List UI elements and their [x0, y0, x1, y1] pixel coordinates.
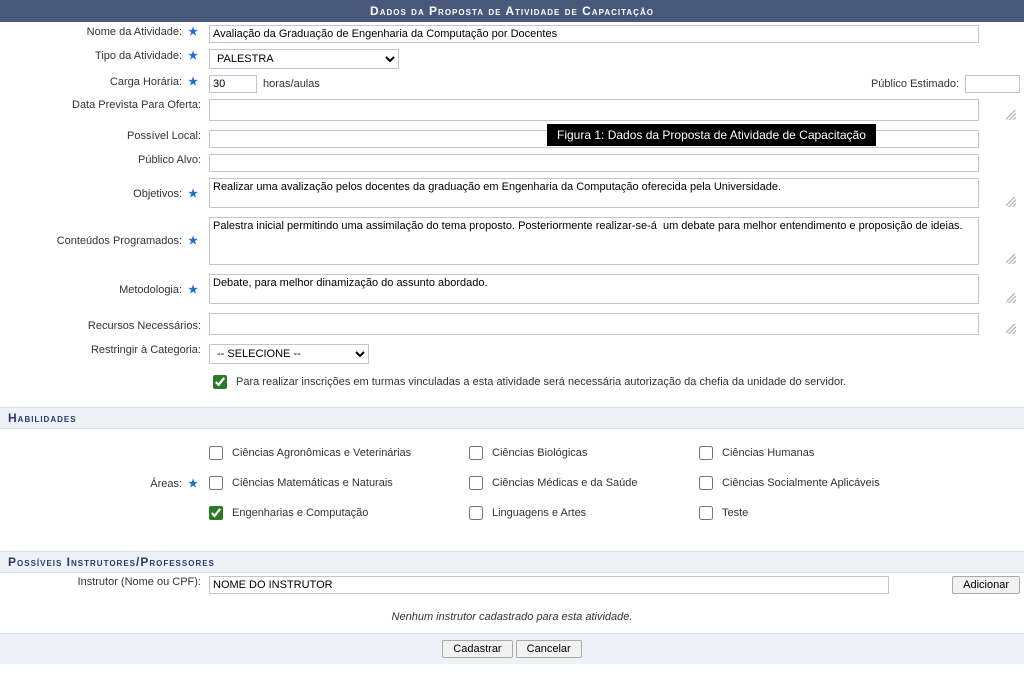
- autorizacao-checkbox[interactable]: [213, 375, 227, 389]
- area-checkbox[interactable]: [469, 476, 483, 490]
- area-label: Ciências Socialmente Aplicáveis: [722, 477, 880, 489]
- area-checkbox[interactable]: [699, 476, 713, 490]
- objetivos-input[interactable]: [209, 178, 979, 208]
- carga-horaria-input[interactable]: [209, 75, 257, 93]
- metodologia-input[interactable]: [209, 274, 979, 304]
- label-possivel-local: Possível Local:: [127, 130, 201, 142]
- figure-caption-tooltip: Figura 1: Dados da Proposta de Atividade…: [547, 124, 876, 146]
- required-star: ★: [185, 188, 201, 200]
- required-star: ★: [185, 284, 201, 296]
- nome-atividade-input[interactable]: [209, 25, 979, 43]
- conteudos-input[interactable]: [209, 217, 979, 265]
- label-carga-horaria: Carga Horária:: [110, 76, 182, 88]
- tipo-atividade-select[interactable]: PALESTRA: [209, 49, 399, 69]
- area-checkbox[interactable]: [209, 446, 223, 460]
- area-item: Ciências Agronômicas e Veterinárias: [205, 443, 465, 463]
- label-autorizacao: Para realizar inscrições em turmas vincu…: [236, 376, 846, 388]
- label-tipo-atividade: Tipo da Atividade:: [95, 50, 182, 62]
- area-item: Ciências Médicas e da Saúde: [465, 473, 695, 493]
- label-publico-alvo: Público Alvo:: [138, 154, 201, 166]
- publico-alvo-input[interactable]: [209, 154, 979, 172]
- data-prevista-input[interactable]: [209, 99, 979, 121]
- area-item: Linguagens e Artes: [465, 503, 695, 523]
- area-label: Ciências Biológicas: [492, 447, 587, 459]
- instrutor-input[interactable]: [209, 576, 889, 594]
- required-star: ★: [185, 50, 201, 62]
- area-item: Ciências Matemáticas e Naturais: [205, 473, 465, 493]
- required-star: ★: [185, 76, 201, 88]
- label-recursos: Recursos Necessários:: [88, 320, 201, 332]
- label-objetivos: Objetivos:: [133, 188, 182, 200]
- area-label: Ciências Humanas: [722, 447, 814, 459]
- label-areas: Áreas:: [150, 478, 182, 490]
- area-checkbox[interactable]: [209, 476, 223, 490]
- cancelar-button[interactable]: Cancelar: [516, 640, 582, 658]
- publico-estimado-input[interactable]: [965, 75, 1020, 93]
- required-star: ★: [185, 478, 201, 490]
- label-conteudos: Conteúdos Programados:: [57, 235, 182, 247]
- label-horas-aulas: horas/aulas: [263, 78, 320, 90]
- label-data-prevista: Data Prevista Para Oferta:: [72, 99, 201, 111]
- section-instrutores: Possíveis Instrutores/Professores: [0, 551, 1024, 573]
- area-label: Engenharias e Computação: [232, 507, 368, 519]
- area-label: Linguagens e Artes: [492, 507, 586, 519]
- area-label: Ciências Matemáticas e Naturais: [232, 477, 393, 489]
- area-item: Ciências Humanas: [695, 443, 955, 463]
- area-label: Teste: [722, 507, 748, 519]
- area-checkbox[interactable]: [209, 506, 223, 520]
- required-star: ★: [185, 26, 201, 38]
- area-label: Ciências Agronômicas e Veterinárias: [232, 447, 411, 459]
- area-checkbox[interactable]: [699, 446, 713, 460]
- no-instrutor-message: Nenhum instrutor cadastrado para esta at…: [0, 597, 1024, 633]
- page-title: Dados da Proposta de Atividade de Capaci…: [0, 0, 1024, 22]
- label-instrutor: Instrutor (Nome ou CPF):: [78, 576, 201, 588]
- area-checkbox[interactable]: [469, 446, 483, 460]
- label-publico-estimado: Público Estimado:: [871, 78, 959, 90]
- label-restringir: Restringir à Categoria:: [91, 344, 201, 356]
- section-habilidades: Habilidades: [0, 407, 1024, 429]
- cadastrar-button[interactable]: Cadastrar: [442, 640, 512, 658]
- required-star: ★: [185, 235, 201, 247]
- restringir-select[interactable]: -- SELECIONE --: [209, 344, 369, 364]
- adicionar-button[interactable]: Adicionar: [952, 576, 1020, 594]
- label-nome-atividade: Nome da Atividade:: [87, 26, 182, 38]
- area-checkbox[interactable]: [469, 506, 483, 520]
- area-item: Ciências Biológicas: [465, 443, 695, 463]
- area-item: Teste: [695, 503, 955, 523]
- recursos-input[interactable]: [209, 313, 979, 335]
- label-metodologia: Metodologia:: [119, 284, 182, 296]
- area-label: Ciências Médicas e da Saúde: [492, 477, 638, 489]
- area-item: Engenharias e Computação: [205, 503, 465, 523]
- area-item: Ciências Socialmente Aplicáveis: [695, 473, 955, 493]
- area-checkbox[interactable]: [699, 506, 713, 520]
